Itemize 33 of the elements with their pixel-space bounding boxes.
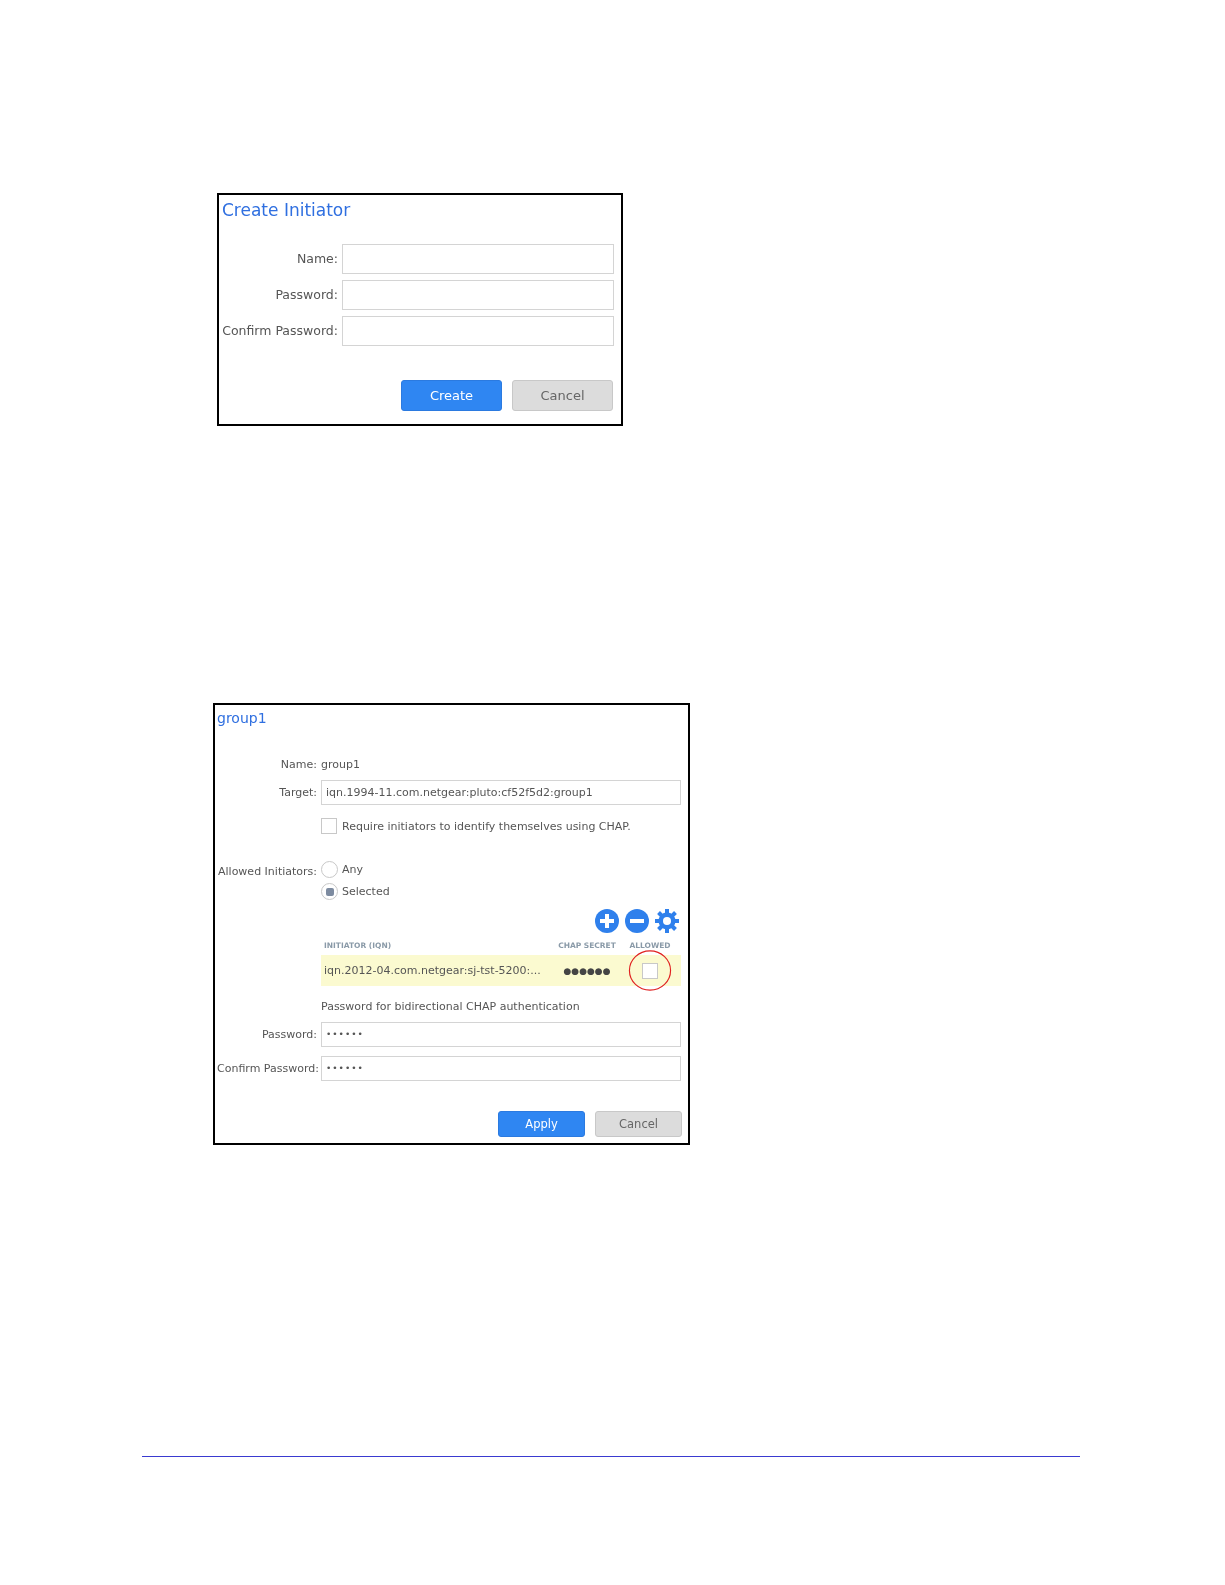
create-button[interactable]: Create (401, 380, 502, 411)
dialog-title: Create Initiator (222, 199, 352, 222)
settings-icon[interactable] (655, 909, 679, 933)
cancel-button[interactable]: Cancel (595, 1111, 682, 1137)
password-field[interactable]: •••••• (321, 1022, 681, 1047)
cancel-button[interactable]: Cancel (512, 380, 613, 411)
field-label: Target: (278, 786, 317, 799)
input-field[interactable] (342, 316, 614, 346)
field-label: Allowed Initiators: (217, 865, 317, 878)
field-label: Password: (260, 1028, 317, 1041)
dialog-title: group1 (217, 709, 268, 728)
input-field[interactable]: iqn.1994-11.com.netgear:pluto:cf52f5d2:group1 (321, 780, 681, 805)
password-field[interactable]: •••••• (321, 1056, 681, 1081)
input-field[interactable] (342, 244, 614, 274)
name-value: group1 (321, 758, 361, 771)
table-row[interactable]: iqn.2012-04.com.netgear:sj-tst-5200:... ●●●●●● (321, 955, 681, 986)
field-label: Confirm Password: (222, 322, 338, 340)
apply-button[interactable]: Apply (498, 1111, 585, 1137)
section-caption: Password for bidirectional CHAP authentication (321, 1000, 581, 1013)
field-label: Name: (279, 758, 317, 771)
radio-label: Selected (342, 885, 390, 898)
checkbox[interactable] (321, 818, 337, 834)
checkbox[interactable] (642, 962, 658, 979)
radio-label: Any (342, 863, 363, 876)
table-cell-text: ●●●●●● (562, 965, 612, 976)
add-icon[interactable] (595, 909, 619, 933)
field-label: Name: (295, 250, 338, 268)
field-label: Confirm Password: (217, 1062, 317, 1075)
input-field[interactable] (342, 280, 614, 310)
field-label: Password: (274, 286, 338, 304)
table-cell-text: iqn.2012-04.com.netgear:sj-tst-5200:... (323, 964, 542, 977)
remove-icon[interactable] (625, 909, 649, 933)
checkbox-label: Require initiators to identify themselves using CHAP. (342, 819, 631, 833)
